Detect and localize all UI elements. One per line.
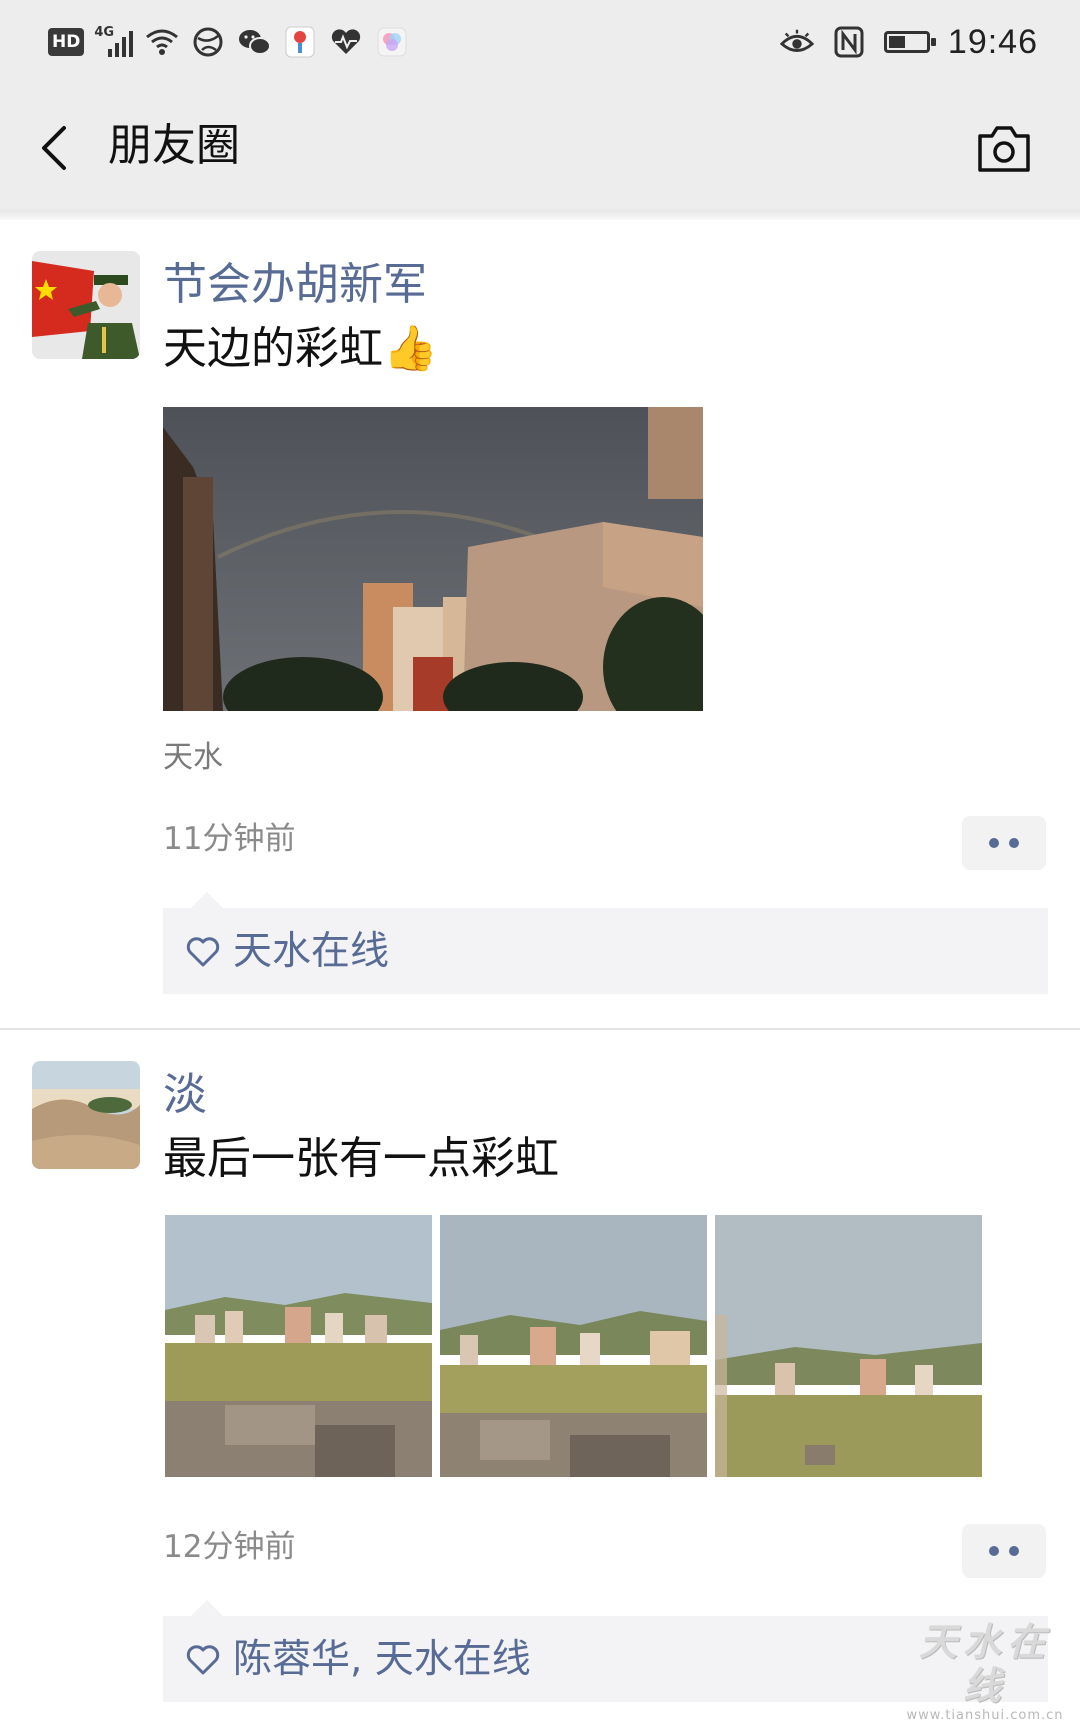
watermark-brand: 天水在线 <box>918 1620 1051 1708</box>
avatar[interactable] <box>32 251 140 359</box>
site-watermark: 天水在线 www.tianshui.com.cn <box>900 1620 1070 1723</box>
more-actions-button[interactable] <box>962 1524 1046 1578</box>
dot-icon <box>989 1546 999 1556</box>
post-text: 最后一张有一点彩虹 <box>163 1133 559 1184</box>
status-right-icons: 19:46 <box>779 18 1038 66</box>
vpn-globe-icon <box>191 25 225 59</box>
nav-bar: 朋友圈 <box>0 84 1080 210</box>
city-view-photo-3 <box>715 1215 982 1477</box>
city-view-photo-1 <box>165 1215 432 1477</box>
post-text: 天边的彩虹👍 <box>163 323 438 374</box>
signal-icon: 4G <box>94 25 134 57</box>
avatar-image <box>32 1061 140 1169</box>
post-photo[interactable] <box>715 1215 982 1477</box>
app-icon <box>283 25 317 59</box>
hd-badge: HD <box>48 28 85 56</box>
back-button[interactable] <box>34 120 82 176</box>
post-photo[interactable] <box>165 1215 432 1477</box>
dot-icon <box>1009 1546 1019 1556</box>
avatar[interactable] <box>32 1061 140 1169</box>
color-app-icon <box>375 25 409 59</box>
city-view-photo-2 <box>440 1215 707 1477</box>
dot-icon <box>1009 838 1019 848</box>
nfc-icon <box>832 25 866 59</box>
chevron-left-icon <box>42 126 66 170</box>
rainbow-over-buildings-photo <box>163 407 703 711</box>
likes-panel: 天水在线 <box>163 892 1048 994</box>
like-names[interactable]: 陈蓉华, 天水在线 <box>233 1636 531 1684</box>
health-heart-icon <box>329 25 363 59</box>
post-author[interactable]: 淡 <box>163 1066 207 1124</box>
watermark-url: www.tianshui.com.cn <box>906 1708 1064 1723</box>
nav-shadow <box>0 210 1080 220</box>
avatar-image <box>32 251 140 359</box>
post-photo[interactable] <box>440 1215 707 1477</box>
wechat-icon <box>237 25 272 59</box>
like-names[interactable]: 天水在线 <box>233 928 389 976</box>
clock: 19:46 <box>947 22 1038 61</box>
post-photo[interactable] <box>163 407 703 711</box>
moment-post: 节会办胡新军 天边的彩虹👍 天水 11分钟前 天水在线 <box>0 220 1080 1030</box>
eye-icon <box>779 25 814 59</box>
post-author[interactable]: 节会办胡新军 <box>163 256 427 314</box>
post-location[interactable]: 天水 <box>163 738 223 778</box>
post-time: 11分钟前 <box>163 821 296 857</box>
camera-icon <box>978 126 1030 172</box>
more-actions-button[interactable] <box>962 816 1046 870</box>
battery-icon <box>883 31 936 53</box>
wifi-icon <box>145 25 179 59</box>
dot-icon <box>989 838 999 848</box>
network-type-label: 4G <box>94 25 115 40</box>
heart-icon <box>186 1645 220 1675</box>
camera-button[interactable] <box>976 124 1032 174</box>
post-time: 12分钟前 <box>163 1529 296 1565</box>
heart-icon <box>186 937 220 967</box>
status-bar: HD 4G 19:46 <box>0 0 1080 84</box>
page-title: 朋友圈 <box>108 120 240 171</box>
status-left-icons: HD 4G <box>48 18 409 66</box>
